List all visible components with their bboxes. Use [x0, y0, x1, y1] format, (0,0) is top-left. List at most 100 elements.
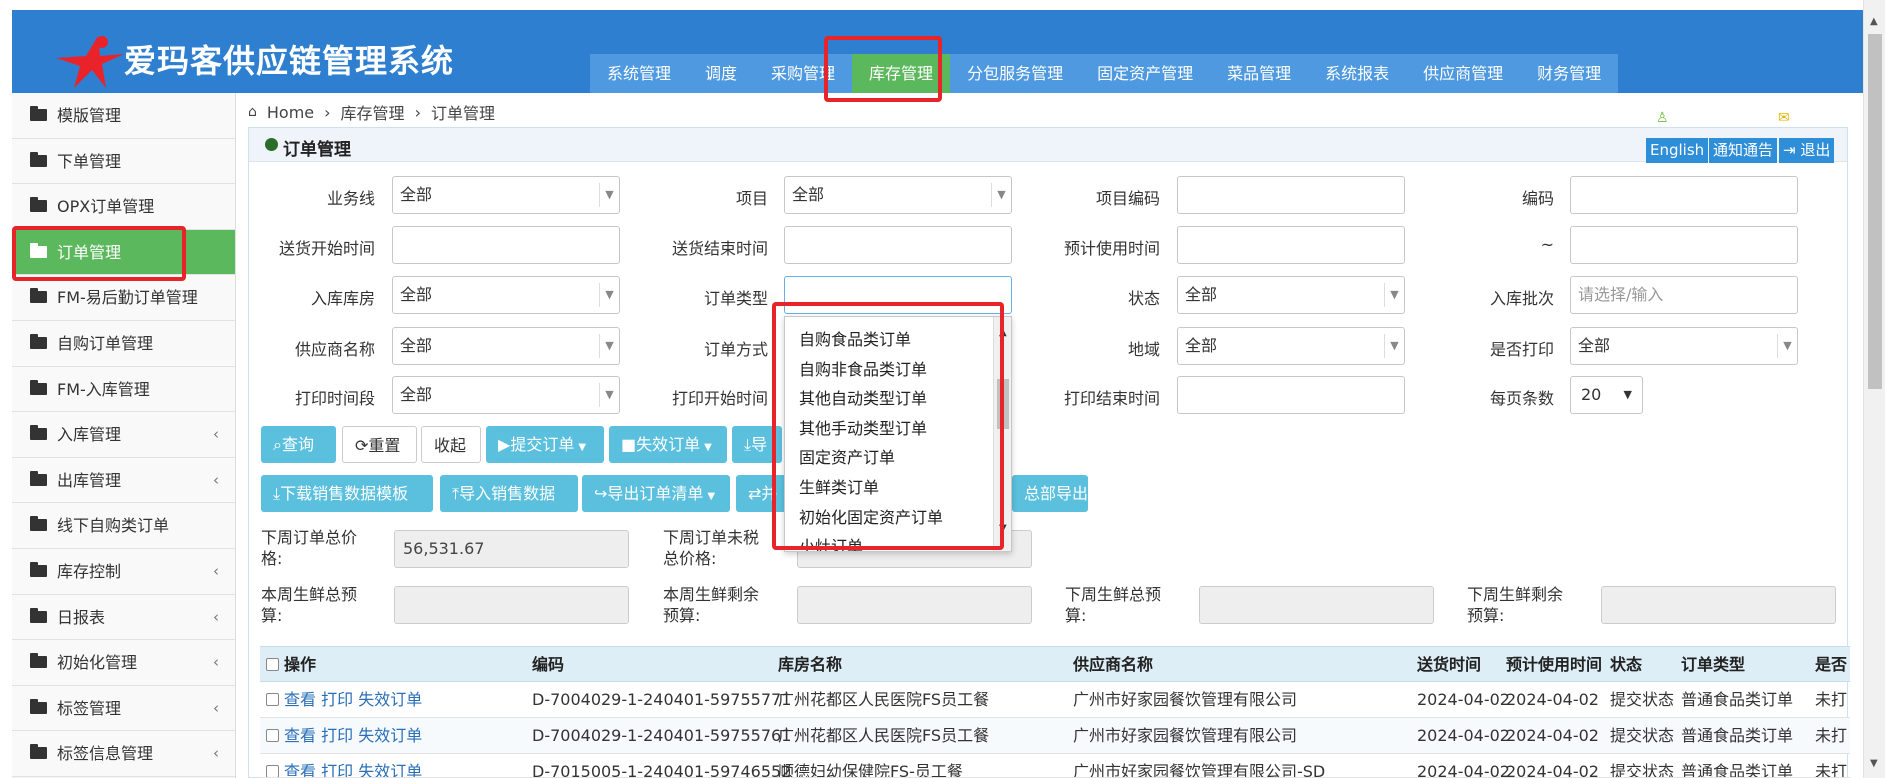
- header-cell[interactable]: 状态: [1610, 647, 1642, 683]
- order-type: 普通食品类订单: [1681, 762, 1794, 778]
- mail-icon[interactable]: ✉: [1778, 110, 1790, 126]
- import-sales-button[interactable]: ⤒导入销售数据: [440, 475, 578, 512]
- invalid-order-button[interactable]: ■失效订单 ▼: [609, 426, 727, 463]
- english-button[interactable]: English: [1646, 138, 1709, 163]
- sidebar-item-self-purchase[interactable]: 自购订单管理: [12, 320, 235, 367]
- this-week-fresh-budget: [394, 586, 629, 624]
- field-label: 订单类型: [703, 289, 768, 308]
- sidebar-item-outbound[interactable]: 出库管理 ‹: [12, 457, 235, 504]
- dropdown-arrow-icon: ▼: [1623, 388, 1632, 401]
- order-code: D-7004029-1-240401-59755761: [532, 726, 792, 745]
- project-code-input[interactable]: [1177, 176, 1405, 214]
- select-all-checkbox[interactable]: [266, 658, 279, 671]
- breadcrumb-level1[interactable]: 库存管理: [341, 100, 405, 124]
- print-end-input[interactable]: [1177, 376, 1405, 414]
- nav-dishes[interactable]: 菜品管理: [1210, 54, 1308, 93]
- invalidate-link[interactable]: 失效订单: [358, 726, 422, 745]
- breadcrumb-home[interactable]: Home: [267, 103, 314, 122]
- header-cell[interactable]: 编码: [532, 647, 564, 683]
- header-cell[interactable]: 库房名称: [778, 647, 842, 683]
- download-template-label: 下载销售数据模板: [280, 484, 409, 503]
- nav-system[interactable]: 系统管理: [590, 54, 688, 93]
- page-scrollbar[interactable]: ▲ ▼: [1863, 0, 1885, 778]
- sidebar-item-template[interactable]: 模版管理: [12, 93, 235, 139]
- hq-export-button[interactable]: 总部导出: [1012, 475, 1088, 512]
- user-icon[interactable]: ♙: [1656, 110, 1669, 126]
- printed-select[interactable]: 全部 ▼: [1570, 327, 1798, 365]
- select-value: 全部: [400, 285, 433, 304]
- planned-use-start-input[interactable]: [1177, 226, 1405, 264]
- view-link[interactable]: 查看: [284, 726, 316, 745]
- download-template-button[interactable]: ⤓下载销售数据模板: [261, 475, 433, 512]
- print-link[interactable]: 打印: [321, 726, 353, 745]
- sidebar-item-fm-orders[interactable]: FM-易后勤订单管理: [12, 275, 235, 321]
- business-line-select[interactable]: 全部 ▼: [392, 176, 620, 214]
- printed-flag: 未打: [1815, 690, 1848, 709]
- delivery-start-input[interactable]: [392, 226, 620, 264]
- nav-finance[interactable]: 财务管理: [1520, 54, 1618, 93]
- field-label: 业务线: [326, 189, 375, 208]
- inbound-batch-input[interactable]: 请选择/输入: [1570, 276, 1798, 314]
- planned-use-date: 2024-04-02: [1506, 690, 1599, 709]
- nav-subcontract[interactable]: 分包服务管理: [950, 54, 1080, 93]
- print-period-select[interactable]: 全部 ▼: [392, 376, 620, 414]
- reset-button[interactable]: ⟳重置: [342, 426, 417, 463]
- sidebar-item-tags[interactable]: 标签管理 ‹: [12, 685, 235, 732]
- sidebar-item-stock-control[interactable]: 库存控制 ‹: [12, 548, 235, 595]
- view-link[interactable]: 查看: [284, 762, 316, 777]
- supplier-select[interactable]: 全部 ▼: [392, 327, 620, 365]
- query-button[interactable]: ⌕查询: [261, 426, 336, 463]
- sidebar-item-inbound[interactable]: 入库管理 ‹: [12, 412, 235, 458]
- globe-icon: [265, 138, 278, 151]
- invalidate-link[interactable]: 失效订单: [358, 690, 422, 709]
- field-label: ~: [1540, 235, 1554, 254]
- sidebar-item-place-order[interactable]: 下单管理: [12, 138, 235, 185]
- page-size-select[interactable]: 20 ▼: [1570, 376, 1643, 414]
- field-label: 项目: [735, 189, 768, 208]
- warehouse-select[interactable]: 全部 ▼: [392, 276, 620, 314]
- view-link[interactable]: 查看: [284, 690, 316, 709]
- caret-down-icon: ▼: [578, 442, 587, 453]
- logout-button[interactable]: ⇥ 退出: [1779, 138, 1835, 163]
- logout-icon: ⇥: [1783, 141, 1801, 159]
- sidebar-item-init[interactable]: 初始化管理 ‹: [12, 640, 235, 686]
- header-cell[interactable]: 订单类型: [1681, 647, 1745, 683]
- nav-fixed-assets[interactable]: 固定资产管理: [1080, 54, 1210, 93]
- status-select[interactable]: 全部 ▼: [1177, 276, 1405, 314]
- row-checkbox[interactable]: [266, 729, 279, 742]
- folder-icon: [30, 379, 47, 395]
- export-label: 导: [751, 435, 768, 454]
- header-cell[interactable]: 供应商名称: [1073, 647, 1153, 683]
- row-checkbox[interactable]: [266, 693, 279, 706]
- planned-use-end-input[interactable]: [1570, 226, 1798, 264]
- page-scroll-thumb[interactable]: [1868, 34, 1882, 389]
- export-list-button[interactable]: ↪导出订单清单 ▼: [582, 475, 730, 512]
- status: 提交状态: [1610, 762, 1675, 778]
- delivery-end-input[interactable]: [784, 226, 1012, 264]
- header-cell[interactable]: 预计使用时间: [1506, 647, 1602, 683]
- sidebar-item-label: 自购订单管理: [57, 333, 154, 353]
- region-select[interactable]: 全部 ▼: [1177, 327, 1405, 365]
- print-link[interactable]: 打印: [321, 690, 353, 709]
- submit-order-button[interactable]: ▶提交订单 ▼: [486, 426, 604, 463]
- invalidate-link[interactable]: 失效订单: [358, 762, 422, 777]
- sidebar-item-offline-purchase[interactable]: 线下自购类订单: [12, 503, 235, 549]
- notice-button[interactable]: 通知通告: [1709, 138, 1778, 163]
- header-cell[interactable]: 是否: [1815, 647, 1850, 683]
- nav-reports[interactable]: 系统报表: [1308, 54, 1406, 93]
- row-checkbox[interactable]: [266, 765, 279, 777]
- sidebar-item-tag-info[interactable]: 标签信息管理 ‹: [12, 731, 235, 777]
- sidebar-item-opx-orders[interactable]: OPX订单管理: [12, 184, 235, 230]
- sidebar-item-fm-inbound[interactable]: FM-入库管理: [12, 366, 235, 413]
- panel-title: 订单管理: [283, 140, 351, 160]
- nav-suppliers[interactable]: 供应商管理: [1406, 54, 1520, 93]
- header-cell[interactable]: 送货时间: [1417, 647, 1481, 683]
- project-select[interactable]: 全部 ▼: [784, 176, 1012, 214]
- sidebar-item-daily-report[interactable]: 日报表 ‹: [12, 594, 235, 641]
- scroll-down-icon[interactable]: ▼: [1870, 758, 1878, 769]
- print-link[interactable]: 打印: [321, 762, 353, 777]
- code-input[interactable]: [1570, 176, 1798, 214]
- collapse-button[interactable]: 收起: [421, 426, 481, 463]
- nav-dispatch[interactable]: 调度: [688, 54, 754, 93]
- scroll-up-icon[interactable]: ▲: [1870, 16, 1878, 27]
